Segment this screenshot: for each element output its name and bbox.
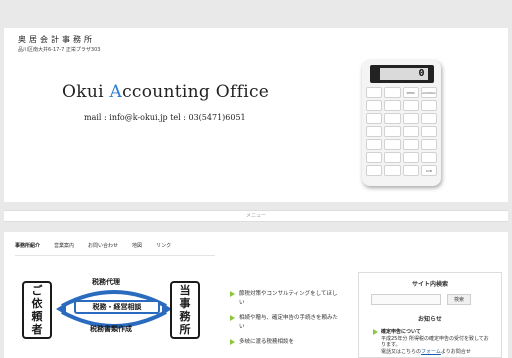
notice-title: お知らせ	[418, 316, 442, 323]
search-input[interactable]	[371, 294, 441, 305]
bullet-triangle-icon	[373, 329, 378, 335]
banner-title-suffix: ccounting Office	[122, 82, 270, 102]
search-row: 検索	[371, 294, 501, 305]
calculator-key	[366, 100, 383, 111]
service-diagram: ご 依 頼 者 税務代理 税務・経営相談 税務書類作成 当 事 務 所	[20, 276, 220, 358]
calculator-key	[402, 126, 419, 137]
calculator-key	[420, 100, 437, 111]
calculator-key	[384, 165, 401, 176]
feature-text: 相続や贈与、確定申告の手続きを頼みたい	[239, 315, 339, 330]
feature-text: 節税対策やコンサルティングをしてほしい	[239, 291, 338, 306]
search-title: サイト内検索	[411, 281, 448, 288]
client-box: ご 依 頼 者	[22, 281, 52, 339]
client-char: 依	[31, 297, 43, 310]
calculator-key	[402, 113, 419, 124]
notice-item: 確定申告について 平成25年分 所得税の確定申告の受付を致しております。 電話又…	[373, 329, 489, 355]
calculator-key	[366, 113, 383, 124]
menu-strip: メニュー	[4, 210, 508, 222]
calculator-key	[384, 100, 401, 111]
calculator-key	[366, 152, 383, 163]
main-panel: 事務所紹介 営業案内 お問い合わせ 地図 リンク ご 依 頼 者 税務代理 税務…	[4, 232, 508, 358]
nav-item-services[interactable]: 営業案内	[54, 242, 74, 249]
notice-contact-suffix: よりお問合せ	[440, 348, 471, 355]
calculator-display-value: 0	[379, 68, 428, 80]
calculator-key	[366, 165, 383, 176]
notice-contact: 電話又はこちらのフォームよりお問合せ	[381, 349, 489, 356]
feature-item: 多岐に渡る税務相談を	[230, 338, 342, 347]
service-consulting: 税務・経営相談	[74, 300, 160, 314]
calculator-keypad: SEND BACKSPACE SUB	[366, 87, 437, 176]
notice-contact-prefix: 電話又はこちらの	[381, 348, 422, 355]
calculator-key	[420, 152, 437, 163]
client-char: 者	[31, 323, 43, 336]
calculator-image: 0 SEND BACKSPACE SUB	[362, 60, 441, 186]
service-tax-agent: 税務代理	[92, 278, 120, 286]
office-char: 務	[179, 310, 191, 323]
sidebar: サイト内検索 検索 お知らせ 確定申告について 平成25年分 所得税の確定申告の…	[358, 272, 502, 358]
calculator-key	[420, 126, 437, 137]
office-char: 事	[179, 297, 191, 310]
calculator-key	[420, 139, 437, 150]
office-box: 当 事 務 所	[170, 281, 200, 339]
banner-title: Okui Accounting Office	[62, 82, 269, 102]
calculator-key	[366, 139, 383, 150]
nav-divider	[15, 255, 215, 256]
bullet-triangle-icon	[230, 291, 235, 297]
calculator-key	[420, 113, 437, 124]
calculator-key	[384, 139, 401, 150]
feature-text: 多岐に渡る税務相談を	[239, 339, 295, 345]
banner-title-prefix: Okui	[62, 82, 110, 102]
search-button[interactable]: 検索	[447, 294, 471, 305]
service-documents: 税務書類作成	[90, 325, 132, 333]
feature-list: 節税対策やコンサルティングをしてほしい 相続や贈与、確定申告の手続きを頼みたい …	[230, 290, 342, 353]
calculator-key	[402, 165, 419, 176]
calculator-key	[366, 126, 383, 137]
nav-item-map[interactable]: 地図	[132, 242, 142, 249]
calculator-key: SEND	[402, 87, 419, 98]
feature-item: 相続や贈与、確定申告の手続きを頼みたい	[230, 314, 342, 332]
nav-item-contact[interactable]: お問い合わせ	[88, 242, 118, 249]
arrowhead-left	[56, 303, 66, 315]
client-char: ご	[31, 284, 43, 297]
calculator-key	[384, 152, 401, 163]
calculator-key	[384, 126, 401, 137]
notice-form-link[interactable]: フォーム	[421, 349, 441, 355]
bullet-triangle-icon	[230, 315, 235, 321]
calculator-key	[402, 100, 419, 111]
nav-item-about[interactable]: 事務所紹介	[15, 242, 40, 249]
main-nav: 事務所紹介 営業案内 お問い合わせ 地図 リンク	[15, 242, 171, 249]
banner-title-accent: A	[109, 82, 123, 102]
calculator-key: SUB	[420, 165, 437, 176]
bullet-triangle-icon	[230, 339, 235, 345]
calculator-key	[366, 87, 383, 98]
feature-item: 節税対策やコンサルティングをしてほしい	[230, 290, 342, 308]
calculator-display: 0	[369, 65, 434, 83]
calculator-key	[402, 152, 419, 163]
calculator-key	[402, 139, 419, 150]
nav-item-links[interactable]: リンク	[156, 242, 171, 249]
calculator-key	[384, 113, 401, 124]
office-char: 当	[179, 284, 191, 297]
site-name[interactable]: 奥居会計事務所	[18, 34, 95, 45]
calculator-key: BACKSPACE	[420, 87, 437, 98]
banner-contact: mail : info@k-okui.jp tel : 03(5471)6051	[84, 113, 246, 122]
client-char: 頼	[31, 310, 43, 323]
notice-body: 平成25年分 所得税の確定申告の受付を致しております。	[381, 335, 489, 349]
office-char: 所	[179, 323, 191, 336]
calculator-key	[384, 87, 401, 98]
site-address: 品川区南大井6-17-7 正栄プラザ303	[18, 47, 101, 53]
